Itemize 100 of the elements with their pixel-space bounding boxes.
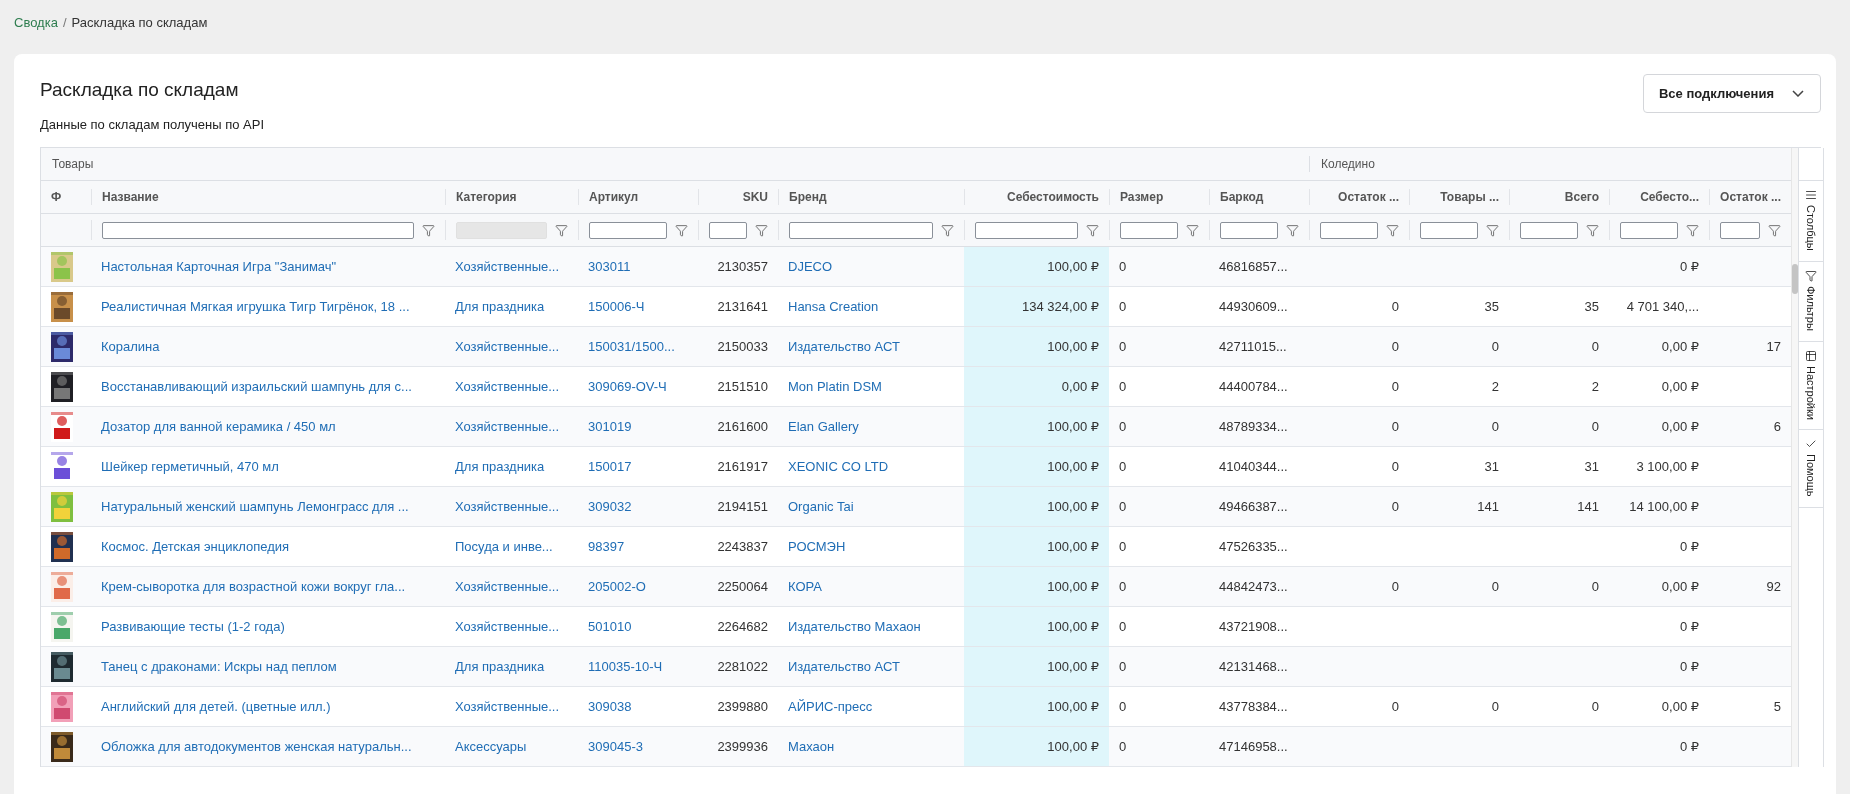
table-link[interactable]: РОСМЭН — [778, 527, 964, 566]
table-link[interactable]: Для праздника — [445, 287, 578, 326]
table-link[interactable]: Махаон — [778, 727, 964, 766]
filter-icon[interactable] — [1768, 223, 1781, 237]
filter-icon[interactable] — [1086, 223, 1099, 237]
filter-field[interactable] — [1420, 221, 1478, 239]
table-link[interactable]: Настольная Карточная Игра "Занимач" — [91, 247, 445, 286]
breadcrumb-link[interactable]: Сводка — [14, 15, 58, 30]
table-link[interactable]: Коралина — [91, 327, 445, 366]
table-link[interactable]: АЙРИС-пресс — [778, 687, 964, 726]
column-header[interactable]: Артикул — [589, 190, 639, 204]
table-link[interactable]: Хозяйственные... — [445, 247, 578, 286]
table-link[interactable]: 98397 — [578, 527, 698, 566]
column-header[interactable]: Всего — [1564, 190, 1599, 204]
table-link[interactable]: Хозяйственные... — [445, 687, 578, 726]
table-link[interactable]: 309032 — [578, 487, 698, 526]
scrollbar-track[interactable] — [1791, 148, 1798, 767]
filter-icon[interactable] — [941, 223, 954, 237]
table-link[interactable]: 309069-OV-Ч — [578, 367, 698, 406]
filter-field[interactable] — [1620, 221, 1678, 239]
filter-icon[interactable] — [1586, 223, 1599, 237]
table-link[interactable]: Organic Tai — [778, 487, 964, 526]
table-link[interactable]: 110035-10-Ч — [578, 647, 698, 686]
table-link[interactable]: Издательство АСТ — [778, 647, 964, 686]
table-link[interactable]: Хозяйственные... — [445, 567, 578, 606]
table-link[interactable]: 205002-О — [578, 567, 698, 606]
filter-icon[interactable] — [755, 223, 768, 237]
table-link[interactable]: 501010 — [578, 607, 698, 646]
table-link[interactable]: 303011 — [578, 247, 698, 286]
table-link[interactable]: 309038 — [578, 687, 698, 726]
filter-icon[interactable] — [675, 223, 688, 237]
filter-field[interactable] — [1120, 221, 1178, 239]
column-header[interactable]: Остаток ... — [1338, 190, 1399, 204]
column-header[interactable]: Баркод — [1220, 190, 1264, 204]
filter-icon[interactable] — [1286, 223, 1299, 237]
column-header[interactable]: Себесто... — [1640, 190, 1699, 204]
filter-field[interactable] — [1220, 221, 1278, 239]
table-link[interactable]: 309045-3 — [578, 727, 698, 766]
column-header[interactable]: Категория — [456, 190, 517, 204]
table-link[interactable]: Mon Platin DSM — [778, 367, 964, 406]
table-link[interactable]: Хозяйственные... — [445, 407, 578, 446]
table-link[interactable]: Дозатор для ванной керамика / 450 мл — [91, 407, 445, 446]
filter-field[interactable] — [102, 221, 414, 239]
table-link[interactable]: 150017 — [578, 447, 698, 486]
table-link[interactable]: Английский для детей. (цветные илл.) — [91, 687, 445, 726]
table-link[interactable]: КОРА — [778, 567, 964, 606]
table-link[interactable]: DJECO — [778, 247, 964, 286]
column-header[interactable]: SKU — [742, 190, 768, 204]
filter-field[interactable] — [1720, 221, 1760, 239]
table-link[interactable]: 150006-Ч — [578, 287, 698, 326]
column-header[interactable]: Название — [102, 190, 159, 204]
table-link[interactable]: Посуда и инве... — [445, 527, 578, 566]
table-link[interactable]: Elan Gallery — [778, 407, 964, 446]
table-link[interactable]: Для праздника — [445, 447, 578, 486]
filter-field[interactable] — [975, 221, 1078, 239]
filter-field[interactable] — [789, 221, 933, 239]
table-link[interactable]: Натуральный женский шампунь Лемонграсс для ... — [91, 487, 445, 526]
table-link[interactable]: Развивающие тесты (1-2 года) — [91, 607, 445, 646]
table-cell-text: 0 — [1490, 338, 1500, 356]
filter-field[interactable] — [709, 221, 747, 239]
table-link[interactable]: Космос. Детская энциклопедия — [91, 527, 445, 566]
column-header[interactable]: Бренд — [789, 190, 827, 204]
table-cell-text: 2243837 — [716, 538, 769, 556]
filter-icon[interactable] — [1186, 223, 1199, 237]
filter-icon[interactable] — [1486, 223, 1499, 237]
column-header[interactable]: Товары ... — [1440, 190, 1499, 204]
connections-dropdown[interactable]: Все подключения — [1642, 74, 1821, 113]
column-header[interactable]: Ф — [51, 190, 62, 204]
scrollbar-thumb[interactable] — [1792, 264, 1798, 294]
filter-icon[interactable] — [1686, 223, 1699, 237]
table-link[interactable]: Крем-сыворотка для возрастной кожи вокруг гла... — [91, 567, 445, 606]
filter-icon[interactable] — [422, 223, 435, 237]
table-link[interactable]: Обложка для автодокументов женская натуральн... — [91, 727, 445, 766]
table-link[interactable]: Реалистичная Мягкая игрушка Тигр Тигрёнок, 18 ... — [91, 287, 445, 326]
table-link[interactable]: Издательство АСТ — [778, 327, 964, 366]
table-link[interactable]: Hansa Creation — [778, 287, 964, 326]
table-link[interactable]: 150031/1500... — [578, 327, 698, 366]
column-header[interactable]: Остаток ... — [1720, 190, 1781, 204]
table-link[interactable]: Танец с драконами: Искры над пеплом — [91, 647, 445, 686]
filter-field[interactable] — [1320, 221, 1378, 239]
filter-field[interactable] — [589, 221, 667, 239]
table-cell-text: 0 — [1118, 618, 1128, 636]
filter-field[interactable] — [1520, 221, 1578, 239]
table-cell-text: 44842473... — [1218, 578, 1289, 596]
table-link[interactable]: Хозяйственные... — [445, 367, 578, 406]
filter-icon[interactable] — [555, 223, 568, 237]
table-link[interactable]: Хозяйственные... — [445, 487, 578, 526]
table-cell-text: 43778384... — [1218, 698, 1289, 716]
table-link[interactable]: Хозяйственные... — [445, 607, 578, 646]
table-link[interactable]: Шейкер герметичный, 470 мл — [91, 447, 445, 486]
table-link[interactable]: XEONIC CO LTD — [778, 447, 964, 486]
table-link[interactable]: Издательство Махаон — [778, 607, 964, 646]
filter-icon[interactable] — [1386, 223, 1399, 237]
column-header[interactable]: Размер — [1120, 190, 1164, 204]
column-header[interactable]: Себестоимость — [1006, 190, 1099, 204]
table-link[interactable]: Для праздника — [445, 647, 578, 686]
table-link[interactable]: 301019 — [578, 407, 698, 446]
table-link[interactable]: Хозяйственные... — [445, 327, 578, 366]
table-link[interactable]: Восстанавливающий израильский шампунь для с... — [91, 367, 445, 406]
table-link[interactable]: Аксессуары — [445, 727, 578, 766]
